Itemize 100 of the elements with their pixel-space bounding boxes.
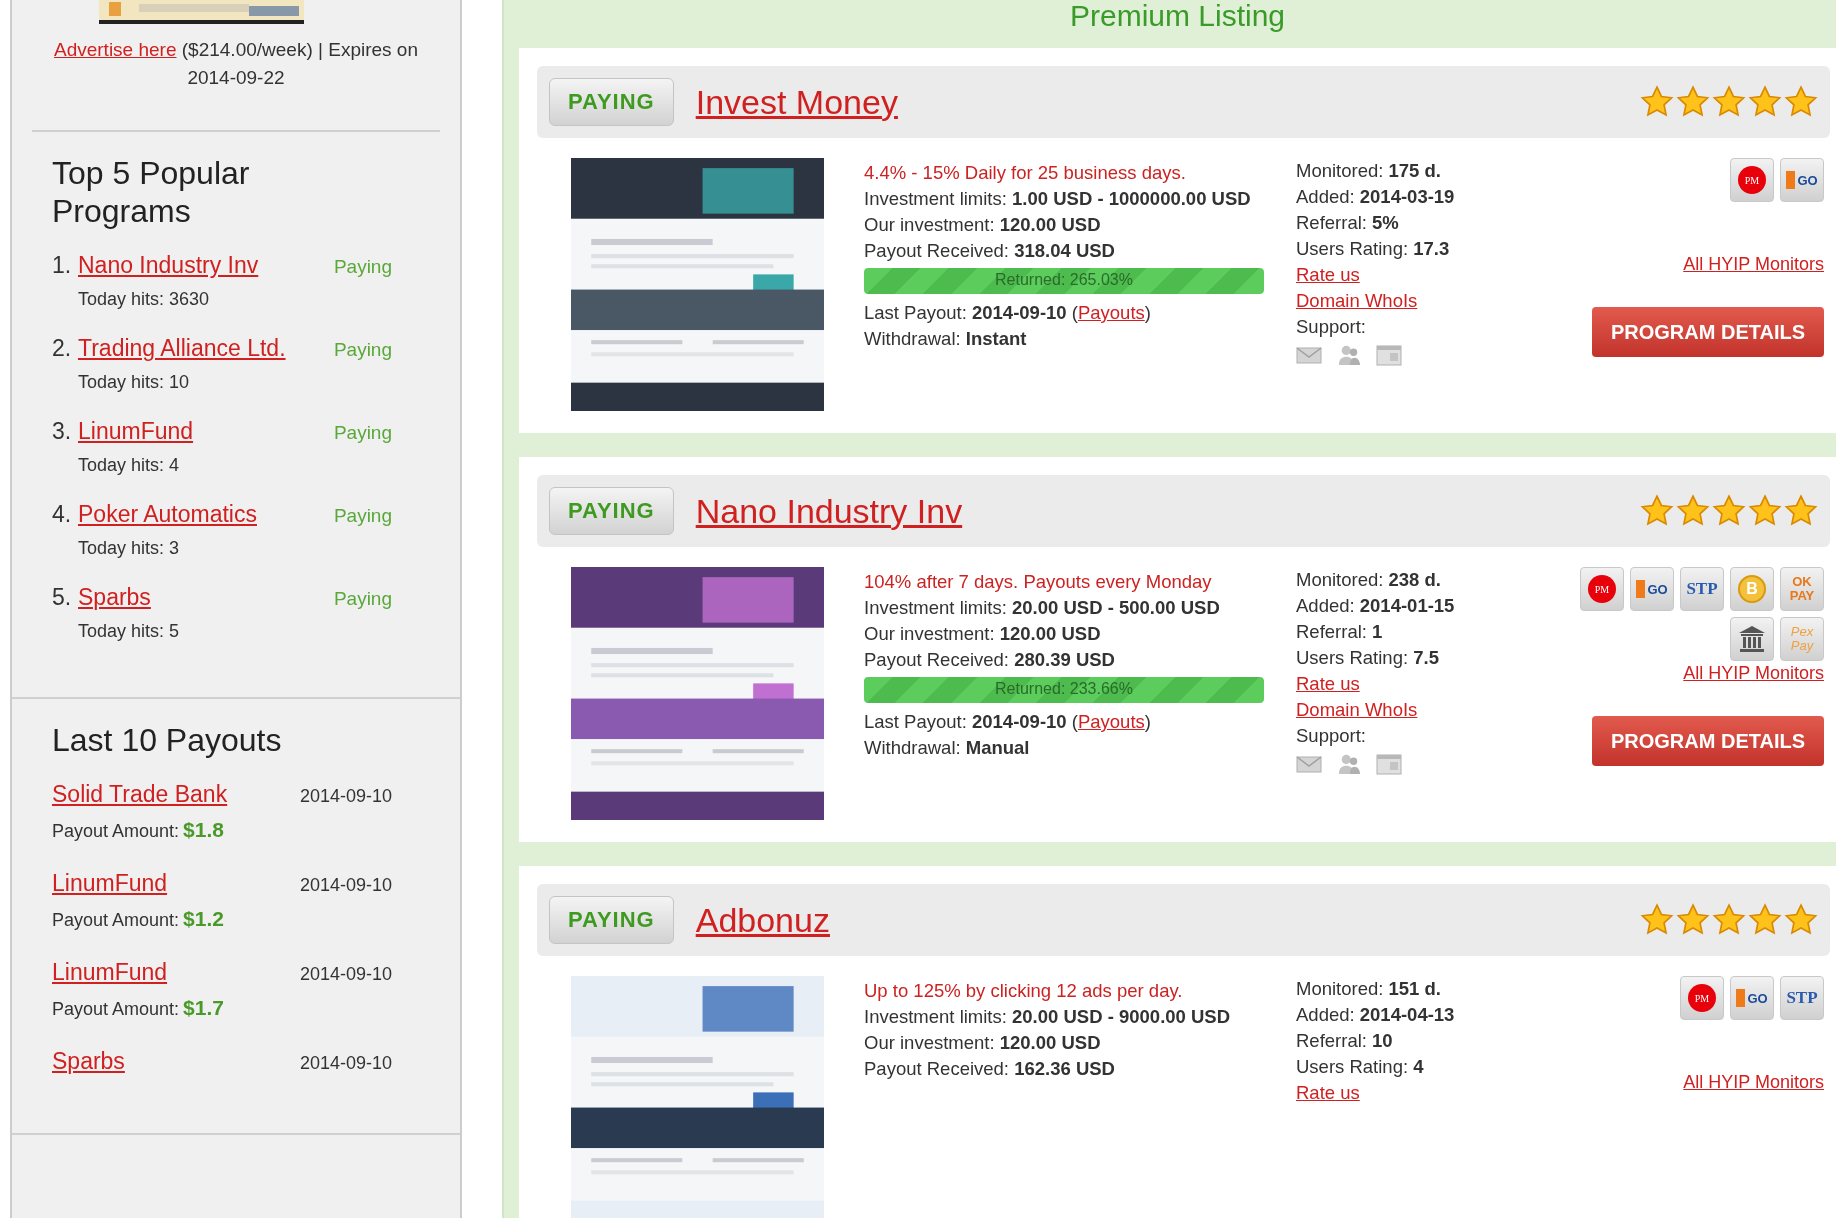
section-heading: Last 10 Payouts: [52, 721, 282, 759]
payment-logo: GO: [1780, 158, 1824, 202]
detail-text: Investment limits: 20.00 USD - 9000.00 USD: [864, 1005, 1232, 1029]
payouts-link[interactable]: Payouts: [1077, 302, 1145, 323]
rank-number: 2.: [52, 335, 73, 362]
program-link[interactable]: LinumFund: [52, 870, 168, 897]
hits-text: Today hits: 3630: [78, 289, 211, 310]
star-icon: [1712, 85, 1746, 119]
users-icon[interactable]: [1336, 753, 1362, 775]
plan-text: Up to 125% by clicking 12 ads per day.: [864, 979, 1184, 1003]
detail-text: Our investment: 120.00 USD: [864, 213, 1102, 237]
status-text: Paying: [333, 256, 392, 278]
listing-link[interactable]: Domain WhoIs: [1296, 699, 1418, 720]
plan-text: 104% after 7 days. Payouts every Monday: [864, 570, 1213, 594]
listing-link[interactable]: Rate us: [1296, 1082, 1360, 1103]
star-icon: [1712, 903, 1746, 937]
monitors-link[interactable]: All HYIP Monitors: [1683, 663, 1824, 684]
program-link[interactable]: Nano Industry Inv: [78, 252, 334, 279]
listing-link[interactable]: Rate us: [1296, 673, 1360, 694]
program-link[interactable]: Sparbs: [78, 584, 334, 611]
program-link[interactable]: Poker Automatics: [78, 501, 334, 528]
payment-logo: PM: [1730, 158, 1774, 202]
section-heading: Premium Listing: [1068, 0, 1287, 34]
section-heading: Top 5 Popular Programs: [52, 154, 251, 230]
star-icon: [1784, 494, 1818, 528]
program-link[interactable]: Sparbs: [52, 1048, 125, 1075]
stat-text: Monitored: 151 d.: [1296, 977, 1442, 1001]
payment-logo: GO: [1730, 976, 1774, 1020]
listing-link[interactable]: Rate us: [1296, 264, 1360, 285]
rank-number: 5.: [52, 584, 73, 611]
hits-text: Today hits: 5: [78, 621, 181, 642]
program-details-button[interactable]: PROGRAM DETAILS: [1592, 716, 1824, 766]
status-badge: PAYING: [549, 896, 674, 944]
window-icon[interactable]: [1376, 344, 1402, 366]
stat-text: Added: 2014-04-13: [1296, 1003, 1456, 1027]
monitors-link[interactable]: All HYIP Monitors: [1683, 254, 1824, 275]
program-title-link[interactable]: Invest Money: [695, 82, 1640, 122]
star-icon: [1784, 903, 1818, 937]
star-icon: [1748, 85, 1782, 119]
star-icon: [1712, 494, 1746, 528]
stat-text: Added: 2014-01-15: [1296, 594, 1456, 618]
status-text: Paying: [333, 505, 392, 527]
detail-text: Payout Received: 318.04 USD: [864, 239, 1116, 263]
advertise-link[interactable]: Advertise here: [54, 39, 177, 60]
program-link[interactable]: Solid Trade Bank: [52, 781, 228, 808]
detail-text: Payout Received: 162.36 USD: [864, 1057, 1116, 1081]
users-icon[interactable]: [1336, 344, 1362, 366]
last-payout-text: Last Payout: 2014-09-10 (Payouts): [864, 301, 1152, 325]
bank-icon: [1730, 617, 1774, 661]
amount-value: $1.8: [183, 818, 224, 841]
program-link[interactable]: LinumFund: [78, 418, 334, 445]
payment-logo: STP: [1780, 976, 1824, 1020]
star-icon: [1676, 85, 1710, 119]
star-icon: [1748, 494, 1782, 528]
stat-text: Users Rating: 17.3: [1296, 237, 1451, 261]
returned-text: Returned: 265.03%: [994, 271, 1134, 289]
listing-link[interactable]: Domain WhoIs: [1296, 290, 1418, 311]
stat-text: Monitored: 175 d.: [1296, 159, 1442, 183]
stat-text: Added: 2014-03-19: [1296, 185, 1456, 209]
payment-logo: B: [1730, 567, 1774, 611]
payment-logo: PM: [1580, 567, 1624, 611]
mail-icon[interactable]: [1296, 753, 1322, 775]
program-title-link[interactable]: Adbonuz: [695, 900, 1640, 940]
status-text: Paying: [333, 588, 392, 610]
amount-label: Payout Amount:: [52, 999, 180, 1019]
stat-text: Referral: 10: [1296, 1029, 1394, 1053]
withdrawal-text: Withdrawal: Instant: [864, 327, 1028, 351]
monitors-link[interactable]: All HYIP Monitors: [1683, 1072, 1824, 1093]
last-payout-text: Last Payout: 2014-09-10 (Payouts): [864, 710, 1152, 734]
withdrawal-text: Withdrawal: Manual: [864, 736, 1031, 760]
hits-text: Today hits: 3: [78, 538, 181, 559]
payment-logo: Pex Pay: [1780, 617, 1824, 661]
rank-number: 3.: [52, 418, 73, 445]
detail-text: Payout Received: 280.39 USD: [864, 648, 1116, 672]
payment-logo: OK PAY: [1780, 567, 1824, 611]
detail-text: Our investment: 120.00 USD: [864, 1031, 1102, 1055]
program-title-link[interactable]: Nano Industry Inv: [695, 491, 1640, 531]
support-label: Support:: [1296, 724, 1367, 748]
detail-text: Our investment: 120.00 USD: [864, 622, 1102, 646]
date-text: 2014-09-10: [299, 964, 392, 985]
date-text: 2014-09-10: [299, 1053, 392, 1074]
payouts-link[interactable]: Payouts: [1077, 711, 1145, 732]
plan-text: 4.4% - 15% Daily for 25 business days.: [864, 161, 1187, 185]
date-text: 2014-09-10: [299, 875, 392, 896]
mail-icon[interactable]: [1296, 344, 1322, 366]
program-details-button[interactable]: PROGRAM DETAILS: [1592, 307, 1824, 357]
amount-value: $1.7: [183, 996, 224, 1019]
detail-text: Investment limits: 1.00 USD - 1000000.00 USD: [864, 187, 1252, 211]
stat-text: Users Rating: 4: [1296, 1055, 1425, 1079]
window-icon[interactable]: [1376, 753, 1402, 775]
returned-text: Returned: 233.66%: [994, 680, 1134, 698]
star-icon: [1676, 494, 1710, 528]
star-icon: [1748, 903, 1782, 937]
advertise-text: Advertise here ($214.00/week) | Expires on 2014-09-22: [32, 36, 440, 132]
payment-logo: GO: [1630, 567, 1674, 611]
star-icon: [1784, 85, 1818, 119]
program-link[interactable]: LinumFund: [52, 959, 168, 986]
program-link[interactable]: Trading Alliance Ltd.: [78, 335, 334, 362]
rank-number: 4.: [52, 501, 73, 528]
stat-text: Users Rating: 7.5: [1296, 646, 1440, 670]
